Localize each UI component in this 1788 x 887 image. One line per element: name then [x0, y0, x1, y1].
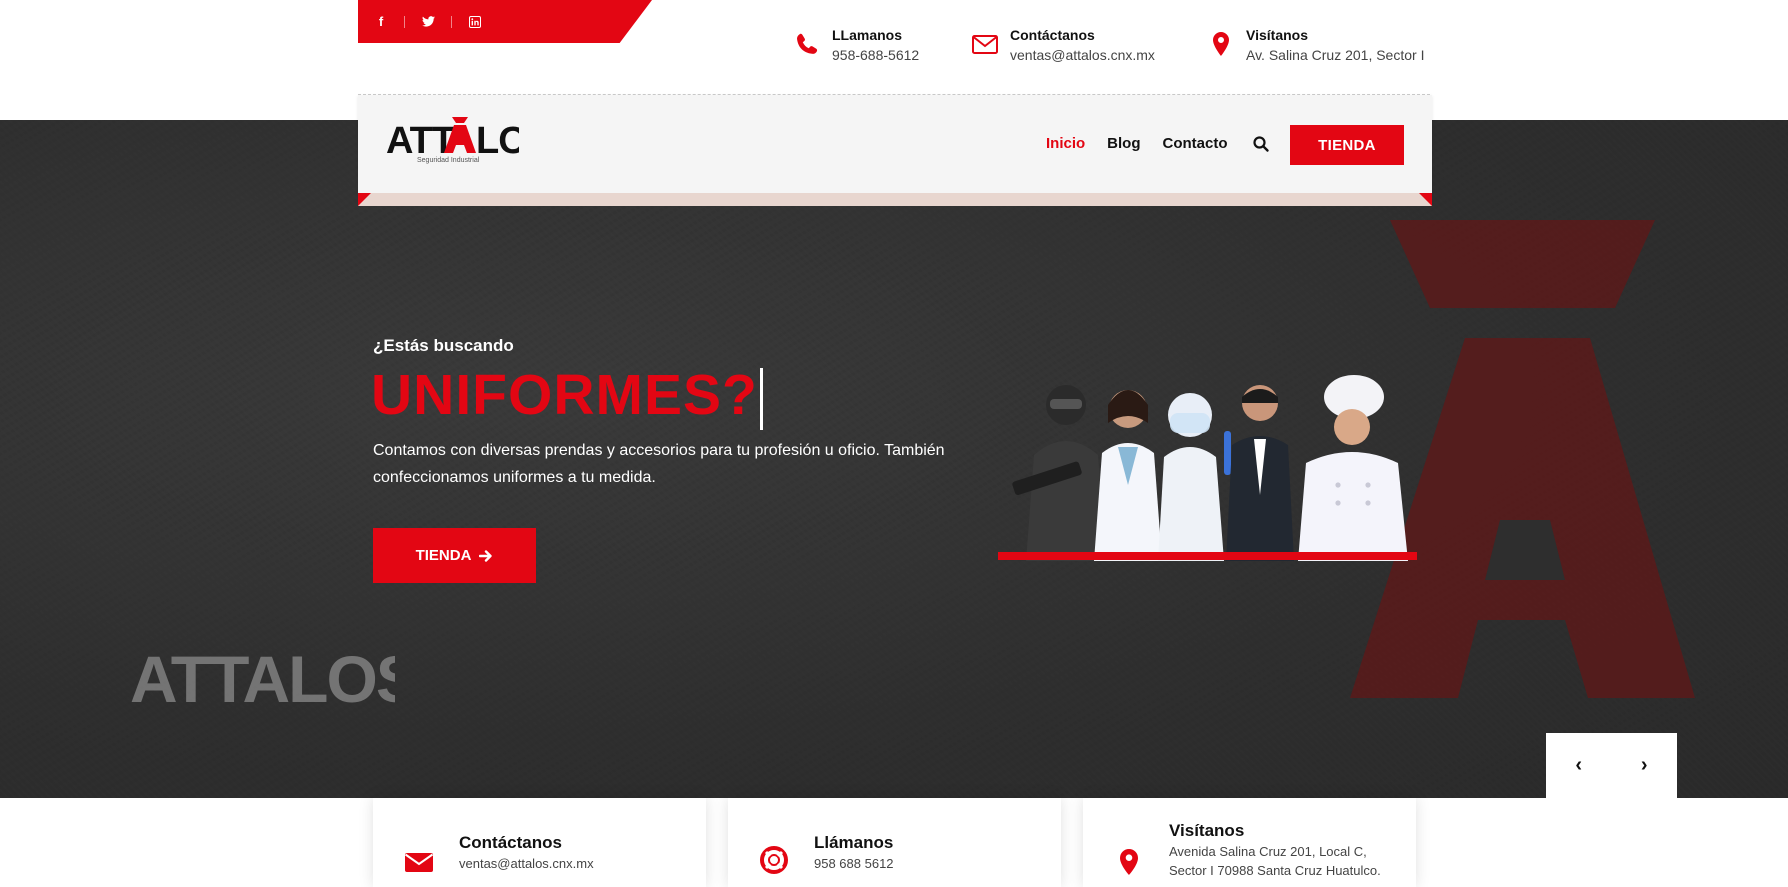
svg-text:ATT: ATT	[386, 120, 455, 159]
card-visit-title: Visítanos	[1169, 821, 1245, 840]
map-pin-icon	[1120, 849, 1138, 875]
hero-shop-button[interactable]: TIENDA	[373, 528, 536, 583]
card-call[interactable]: Llámanos 958 688 5612	[728, 798, 1061, 887]
twitter-icon[interactable]	[419, 13, 452, 31]
map-pin-icon	[1213, 32, 1229, 56]
hero-shop-label: TIENDA	[415, 547, 472, 564]
chef-figure	[1298, 375, 1408, 561]
logo-subtitle: Seguridad Industrial	[417, 157, 480, 164]
doctor-figure	[1094, 390, 1162, 561]
nav-menu: Inicio Blog Contacto	[1046, 135, 1250, 152]
nav-item-contacto[interactable]: Contacto	[1163, 135, 1228, 152]
top-mail-title: Contáctanos	[1010, 27, 1095, 43]
hero-headline: UNIFORMES?	[371, 362, 763, 430]
social-links: f	[358, 0, 652, 43]
hero-eyebrow: ¿Estás buscando	[373, 336, 514, 355]
hero-description: Contamos con diversas prendas y accesori…	[373, 442, 945, 486]
top-visit-title: Visítanos	[1246, 27, 1308, 43]
top-mail[interactable]: Contáctanos ventas@attalos.cnx.mx	[970, 25, 1155, 65]
lifebuoy-icon	[760, 846, 788, 874]
logo-watermark: ATTALOS	[130, 644, 395, 712]
top-visit-value: Av. Salina Cruz 201, Sector I	[1246, 47, 1425, 63]
main-navbar: ATT LOS Seguridad Industrial Inicio Blog…	[358, 95, 1432, 193]
logo-wordmark: ATT LOS	[386, 117, 552, 162]
svg-text:LOS: LOS	[476, 120, 519, 159]
card-visit[interactable]: Visítanos Avenida Salina Cruz 201, Local…	[1083, 798, 1416, 887]
slider-controls: ‹ ›	[1546, 733, 1677, 798]
top-call-value: 958-688-5612	[832, 47, 920, 63]
page: f LLamanos 958-688-5612 Contáctanos vent…	[0, 0, 1788, 887]
card-visit-value: Avenida Salina Cruz 201, Local C, Sector…	[1169, 844, 1381, 878]
shop-button[interactable]: TIENDA	[1290, 125, 1404, 165]
businessman-figure	[1226, 385, 1294, 561]
card-contact[interactable]: Contáctanos ventas@attalos.cnx.mx	[373, 798, 706, 887]
card-contact-value: ventas@attalos.cnx.mx	[459, 856, 594, 871]
envelope-icon	[404, 853, 434, 872]
top-mail-value: ventas@attalos.cnx.mx	[1010, 47, 1155, 63]
contact-cards: Contáctanos ventas@attalos.cnx.mx Lláman…	[373, 798, 1416, 887]
card-call-value: 958 688 5612	[814, 856, 894, 871]
hero-headline-text: UNIFORMES?	[371, 363, 758, 427]
uniforms-people-image	[1012, 375, 1408, 561]
card-call-title: Llámanos	[814, 833, 894, 852]
soldier-figure	[1012, 385, 1106, 561]
card-contact-title: Contáctanos	[459, 833, 562, 852]
nav-item-blog[interactable]: Blog	[1107, 135, 1140, 152]
arrow-right-icon	[479, 549, 493, 562]
top-visit[interactable]: Visítanos Av. Salina Cruz 201, Sector I	[1206, 25, 1430, 65]
hero-image-underline	[998, 552, 1417, 560]
logo[interactable]: ATT LOS Seguridad Industrial	[384, 115, 552, 169]
typing-cursor	[759, 367, 763, 430]
chevron-left-icon[interactable]: ‹	[1575, 754, 1582, 777]
phone-icon	[797, 33, 818, 54]
nav-accent-strip	[358, 193, 1432, 206]
top-call[interactable]: LLamanos 958-688-5612	[792, 25, 919, 65]
search-icon[interactable]	[1252, 135, 1270, 153]
facebook-icon[interactable]: f	[372, 13, 405, 31]
linkedin-icon[interactable]	[466, 13, 484, 31]
watermark-text: ATTALOS	[130, 644, 395, 712]
top-call-title: LLamanos	[832, 27, 903, 43]
envelope-icon	[972, 35, 998, 54]
chevron-right-icon[interactable]: ›	[1641, 754, 1648, 777]
nav-item-inicio[interactable]: Inicio	[1046, 135, 1085, 152]
ppe-figure	[1158, 393, 1231, 561]
